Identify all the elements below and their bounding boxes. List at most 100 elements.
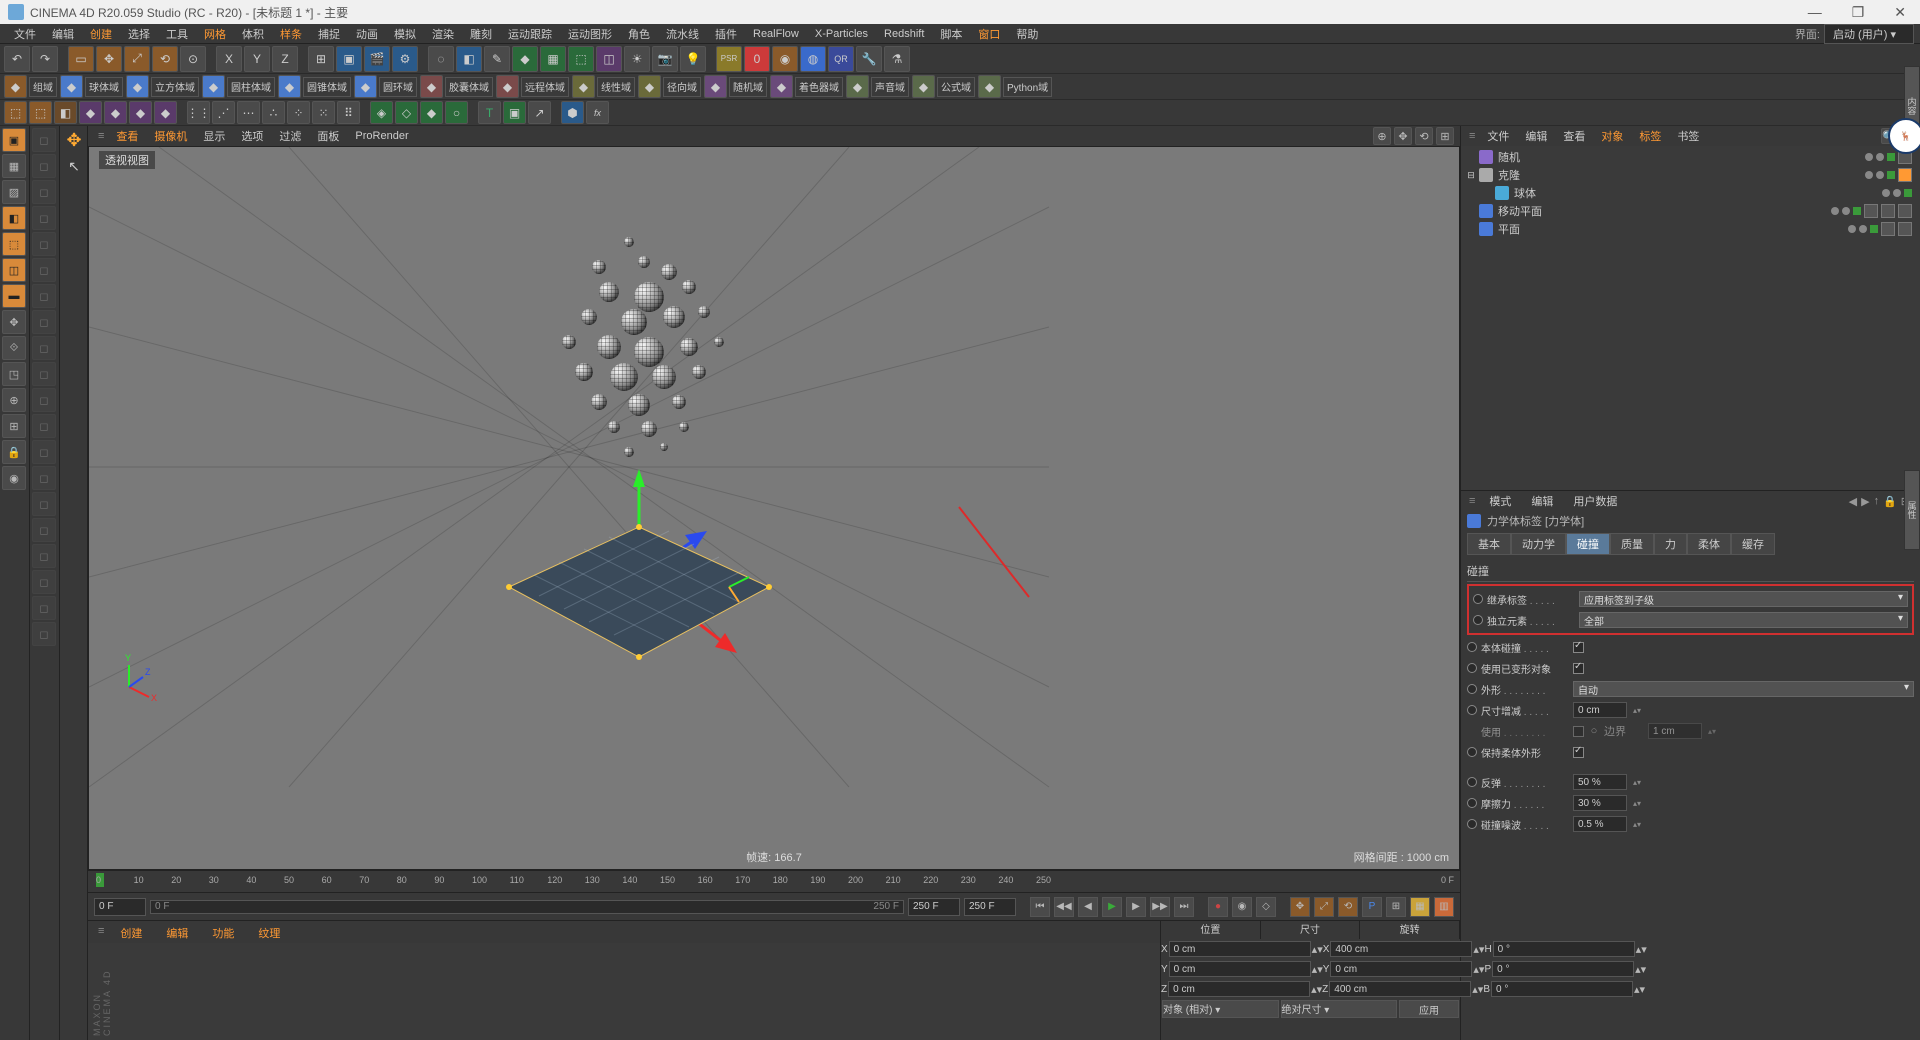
attr-tab[interactable]: 质量 [1610, 533, 1654, 555]
attr-tab[interactable]: 动力学 [1511, 533, 1566, 555]
attr-menu-mode[interactable]: 模式 [1479, 491, 1521, 511]
add-subdivision-button[interactable]: ▦ [540, 46, 566, 72]
menu-item[interactable]: 渲染 [424, 24, 462, 44]
volume-icon[interactable]: ◈ [370, 101, 393, 124]
xp-icon[interactable]: ⬢ [561, 101, 584, 124]
field-group[interactable]: ◆胶囊体域 [420, 75, 493, 98]
axis-y-button[interactable]: Y [244, 46, 270, 72]
menu-item[interactable]: RealFlow [745, 26, 807, 42]
close-button[interactable]: ✕ [1888, 4, 1912, 21]
add-camera-button[interactable]: 📷 [652, 46, 678, 72]
key-mode2-button[interactable]: ▥ [1434, 897, 1454, 917]
tool-icon[interactable]: ◻ [32, 336, 56, 360]
coord-rot-input[interactable] [1492, 961, 1634, 977]
field-group[interactable]: ◆径向域 [638, 75, 701, 98]
menu-item[interactable]: X-Particles [807, 26, 876, 42]
tool-d-icon[interactable]: ⚗ [884, 46, 910, 72]
fx-icon[interactable]: fx [586, 101, 609, 124]
tool-b-icon[interactable]: ◍ [800, 46, 826, 72]
menu-item[interactable]: 捕捉 [310, 24, 348, 44]
psr-button[interactable]: PSR [716, 46, 742, 72]
obj-menu-item[interactable]: 文件 [1479, 126, 1517, 146]
lock-button[interactable]: 🔒 [2, 440, 26, 464]
tool-icon[interactable]: ◻ [32, 154, 56, 178]
tool-icon[interactable]: ◻ [32, 206, 56, 230]
object-name[interactable]: 克隆 [1496, 167, 1522, 183]
self-collision-checkbox[interactable] [1573, 642, 1584, 653]
add-spline-button[interactable]: ✎ [484, 46, 510, 72]
attr-anim-dot[interactable] [1467, 747, 1477, 757]
render-view-button[interactable]: ▣ [336, 46, 362, 72]
menu-item[interactable]: 创建 [82, 24, 120, 44]
tool-c-icon[interactable]: 🔧 [856, 46, 882, 72]
obj-menu-item[interactable]: 编辑 [1517, 126, 1555, 146]
material-tab[interactable]: 创建 [108, 923, 154, 941]
menu-item[interactable]: 体积 [234, 24, 272, 44]
inherit-select[interactable]: 应用标签到子级▾ [1579, 591, 1908, 607]
enable-check[interactable] [1887, 171, 1895, 179]
viewport-3d[interactable]: 透视视图 [88, 146, 1460, 870]
menu-item[interactable]: 样条 [272, 24, 310, 44]
rotate-tool[interactable]: ⟲ [152, 46, 178, 72]
tool-icon[interactable]: ◻ [32, 492, 56, 516]
field-group[interactable]: ◆随机域 [704, 75, 767, 98]
dots-icon[interactable]: ⁘ [287, 101, 310, 124]
field-icon[interactable]: ◆ [770, 75, 793, 98]
menu-item[interactable]: 编辑 [44, 24, 82, 44]
coord-rot-input[interactable] [1491, 981, 1633, 997]
field-group[interactable]: ◆圆柱体域 [202, 75, 275, 98]
volume-icon[interactable]: ○ [445, 101, 468, 124]
effector-icon[interactable]: ◆ [79, 101, 102, 124]
field-group[interactable]: ◆线性域 [572, 75, 635, 98]
obj-menu-item[interactable]: 对象 [1593, 126, 1631, 146]
menu-item[interactable]: 帮助 [1008, 24, 1046, 44]
tool-icon[interactable]: ◻ [32, 466, 56, 490]
object-tag-icon[interactable] [1881, 204, 1895, 218]
menu-item[interactable]: Redshift [876, 26, 932, 42]
render-settings-button[interactable]: ⚙ [392, 46, 418, 72]
add-null-button[interactable]: ◌ [428, 46, 454, 72]
object-tag-icon[interactable] [1881, 222, 1895, 236]
make-editable-button[interactable]: ▣ [2, 128, 26, 152]
use-deformed-checkbox[interactable] [1573, 663, 1584, 674]
object-tree[interactable]: 随机 ⊟ 克隆 球体 移动平面 平面 [1461, 146, 1920, 490]
side-tab-attr[interactable]: 属性 [1904, 470, 1920, 550]
tool-icon[interactable]: ◻ [32, 414, 56, 438]
tool-icon[interactable]: ◻ [32, 518, 56, 542]
tool-icon[interactable]: ◻ [32, 570, 56, 594]
menu-item[interactable]: 运动跟踪 [500, 24, 560, 44]
attr-anim-dot[interactable] [1467, 684, 1477, 694]
attr-nav-fwd-icon[interactable]: ▶ [1861, 495, 1869, 508]
add-array-button[interactable]: ⬚ [568, 46, 594, 72]
menu-item[interactable]: 模拟 [386, 24, 424, 44]
model-mode-button[interactable]: ▦ [2, 154, 26, 178]
attr-tab[interactable]: 力 [1654, 533, 1687, 555]
axis-x-button[interactable]: X [216, 46, 242, 72]
goto-end-button[interactable]: ⏭ [1174, 897, 1194, 917]
attr-anim-dot[interactable] [1473, 615, 1483, 625]
attr-tab[interactable]: 柔体 [1687, 533, 1731, 555]
object-name[interactable]: 移动平面 [1496, 203, 1544, 219]
attr-anim-dot[interactable] [1467, 663, 1477, 673]
menu-item[interactable]: 文件 [6, 24, 44, 44]
attr-anim-dot[interactable] [1467, 798, 1477, 808]
next-frame-button[interactable]: ▶ [1126, 897, 1146, 917]
visibility-dot[interactable] [1882, 189, 1890, 197]
menu-item[interactable]: 窗口 [970, 24, 1008, 44]
coord-system-button[interactable]: ⊞ [308, 46, 334, 72]
dots-icon[interactable]: ⠿ [337, 101, 360, 124]
next-key-button[interactable]: ▶▶ [1150, 897, 1170, 917]
key-mode-button[interactable]: ▦ [1410, 897, 1430, 917]
record-button[interactable]: ● [1208, 897, 1228, 917]
field-icon[interactable]: ◆ [4, 75, 27, 98]
vp-icon[interactable]: ⟲ [1415, 127, 1433, 145]
attr-anim-dot[interactable] [1467, 819, 1477, 829]
object-name[interactable]: 球体 [1512, 185, 1538, 201]
viewport-menu-item[interactable]: 查看 [108, 126, 146, 146]
field-group[interactable]: ◆着色器域 [770, 75, 843, 98]
object-tag-icon[interactable] [1898, 222, 1912, 236]
attr-anim-dot[interactable] [1467, 705, 1477, 715]
material-tab[interactable]: 编辑 [154, 923, 200, 941]
object-tag-icon[interactable] [1898, 168, 1912, 182]
effector-icon[interactable]: ◆ [104, 101, 127, 124]
